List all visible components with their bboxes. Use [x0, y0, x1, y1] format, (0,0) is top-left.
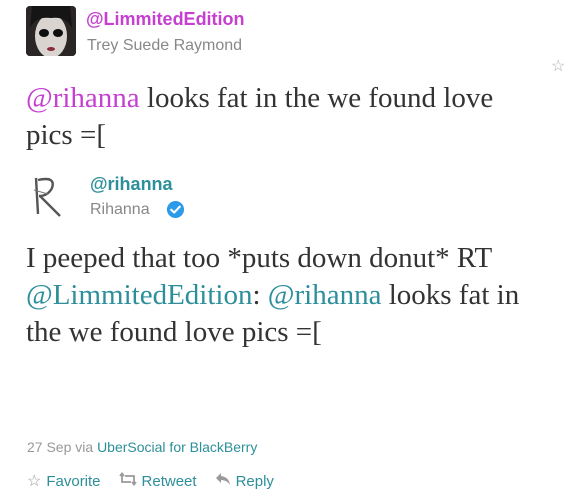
tweet-card: @LimmitedEdition Trey Suede Raymond ☆ @r…: [0, 0, 580, 498]
star-icon: ☆: [27, 473, 42, 490]
reply-icon: [215, 472, 231, 491]
tweet-meta: 27 Sep via UberSocial for BlackBerry: [27, 439, 257, 455]
retweet-button[interactable]: Retweet: [118, 471, 197, 491]
retweet-icon: [118, 471, 137, 491]
timestamp[interactable]: 27 Sep: [27, 439, 71, 455]
mention-link[interactable]: @rihanna: [268, 279, 382, 311]
reply-label: Reply: [235, 472, 274, 490]
verified-badge-icon: [166, 200, 185, 219]
retweet-label: Retweet: [141, 472, 197, 490]
tweet-actions: ☆ Favorite Retweet Reply: [27, 470, 274, 492]
user-display-name[interactable]: Rihanna: [90, 201, 150, 219]
via-label: via: [75, 439, 94, 455]
source-app-link[interactable]: UberSocial for BlackBerry: [97, 439, 257, 455]
user-handle[interactable]: @LimmitedEdition: [86, 9, 245, 30]
tweet-text-body: :: [252, 279, 261, 311]
favorite-button[interactable]: ☆ Favorite: [27, 471, 101, 491]
user-display-name[interactable]: Trey Suede Raymond: [87, 37, 242, 55]
tweet-text: I peeped that too *puts down donut* RT @…: [26, 240, 546, 351]
tweet-text: @rihanna looks fat in the we found love …: [26, 80, 546, 154]
avatar[interactable]: [26, 172, 76, 222]
mention-link[interactable]: @LimmitedEdition: [26, 279, 252, 311]
mention-link[interactable]: @rihanna: [26, 82, 140, 114]
avatar[interactable]: [26, 6, 76, 56]
user-handle[interactable]: @rihanna: [90, 174, 173, 195]
tweet-text-body: I peeped that too *puts down donut* RT: [26, 242, 492, 274]
star-icon[interactable]: ☆: [551, 56, 565, 76]
favorite-label: Favorite: [46, 472, 101, 490]
reply-button[interactable]: Reply: [215, 472, 274, 491]
